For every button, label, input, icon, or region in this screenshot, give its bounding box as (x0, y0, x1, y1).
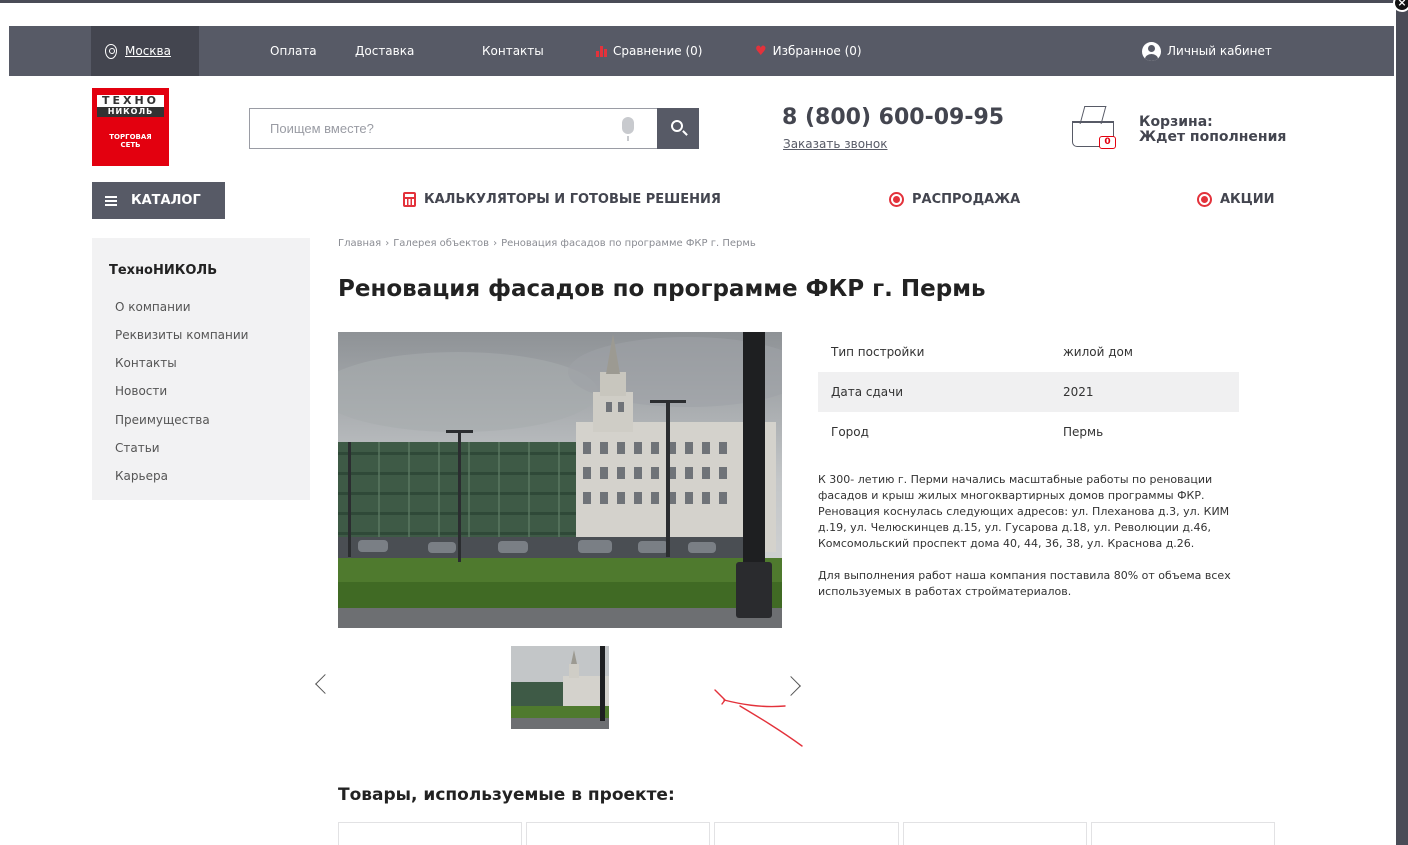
logo-line-4: СЕТЬ (120, 141, 141, 149)
description-paragraph: Для выполнения работ наша компания поста… (818, 569, 1231, 598)
logo-line-1: ТЕХНО (97, 95, 164, 107)
user-icon (1142, 41, 1161, 61)
sidebar-title: ТехноНИКОЛЬ (109, 263, 218, 278)
property-row: Дата сдачи 2021 (818, 372, 1239, 412)
logo-subtitle: ТОРГОВАЯ СЕТЬ (92, 133, 169, 149)
annotation-scribble (714, 689, 803, 747)
sidebar-item-about[interactable]: О компании (115, 300, 191, 314)
project-description: К 300- летию г. Перми начались масштабны… (818, 472, 1246, 616)
menu-icon (105, 195, 117, 206)
topbar-link-payment[interactable]: Оплата (270, 26, 317, 76)
sidebar: ТехноНИКОЛЬ О компании Реквизиты компани… (92, 238, 310, 500)
sidebar-item-articles[interactable]: Статьи (115, 441, 160, 455)
product-card[interactable] (526, 822, 711, 845)
description-paragraph: К 300- летию г. Перми начались масштабны… (818, 473, 1230, 550)
property-key: Город (831, 425, 869, 439)
breadcrumb-home[interactable]: Главная (338, 238, 381, 249)
compare-link[interactable]: Сравнение (0) (596, 26, 703, 76)
product-card[interactable] (338, 822, 523, 845)
nav-promo-label: АКЦИИ (1220, 192, 1275, 207)
city-name[interactable]: Москва (125, 44, 171, 58)
product-card[interactable] (714, 822, 899, 845)
cart-title[interactable]: Корзина: (1139, 114, 1213, 130)
nav-calculators[interactable]: КАЛЬКУЛЯТОРЫ И ГОТОВЫЕ РЕШЕНИЯ (403, 192, 721, 207)
window-right-border (1396, 0, 1408, 845)
window-top-border (0, 0, 1408, 26)
search-icon (671, 120, 683, 132)
logo-line-3: ТОРГОВАЯ (109, 133, 152, 141)
cart-status[interactable]: Ждет пополнения (1139, 129, 1286, 145)
basket-icon[interactable]: 0 (1070, 104, 1122, 154)
catalog-button[interactable]: КАТАЛОГ (92, 182, 225, 219)
property-value: Пермь (1063, 425, 1104, 439)
search-input[interactable] (250, 109, 656, 148)
gallery-thumbnail[interactable] (511, 646, 609, 729)
property-key: Тип постройки (831, 345, 925, 359)
favorites-label: Избранное (0) (772, 44, 862, 58)
account-link[interactable]: Личный кабинет (1142, 26, 1272, 76)
sidebar-item-requisites[interactable]: Реквизиты компании (115, 328, 248, 342)
topbar-link-delivery[interactable]: Доставка (355, 26, 414, 76)
sale-badge-icon (889, 192, 904, 207)
calculator-icon (403, 192, 416, 207)
products-section-title: Товары, используемые в проекте: (338, 785, 675, 805)
breadcrumb: Главная › Галерея объектов › Реновация фасад… (338, 238, 756, 249)
nav-sale-label: РАСПРОДАЖА (912, 192, 1021, 207)
search-box (249, 108, 699, 149)
product-card[interactable] (902, 822, 1087, 845)
nav-calculators-label: КАЛЬКУЛЯТОРЫ И ГОТОВЫЕ РЕШЕНИЯ (424, 192, 721, 207)
microphone-icon[interactable] (622, 117, 634, 141)
project-properties: Тип постройки жилой дом Дата сдачи 2021 … (818, 332, 1239, 452)
nav-promo[interactable]: АКЦИИ (1197, 192, 1275, 207)
logo-line-2: НИКОЛЬ (97, 107, 164, 117)
sidebar-item-contacts[interactable]: Контакты (115, 356, 177, 370)
sidebar-item-advantages[interactable]: Преимущества (115, 413, 210, 427)
breadcrumb-gallery[interactable]: Галерея объектов (393, 238, 489, 249)
chevron-left-icon[interactable] (315, 674, 335, 694)
page-title: Реновация фасадов по программе ФКР г. Пе… (338, 276, 986, 302)
compare-label: Сравнение (0) (613, 44, 703, 58)
heart-icon: ♥ (755, 43, 767, 59)
breadcrumb-current: Реновация фасадов по программе ФКР г. Пе… (501, 238, 756, 249)
favorites-link[interactable]: ♥ Избранное (0) (755, 26, 862, 76)
catalog-label: КАТАЛОГ (131, 193, 201, 208)
property-value: 2021 (1063, 385, 1094, 399)
compare-bars-icon (596, 45, 607, 57)
property-row: Тип постройки жилой дом (818, 332, 1239, 372)
city-selector[interactable]: Москва (91, 26, 199, 76)
product-card[interactable] (1090, 822, 1276, 845)
topbar-link-contacts[interactable]: Контакты (482, 26, 544, 76)
logo[interactable]: ТЕХНО НИКОЛЬ ТОРГОВАЯ СЕТЬ (92, 88, 169, 166)
product-cards (338, 822, 1276, 845)
property-value: жилой дом (1063, 345, 1133, 359)
percent-badge-icon (1197, 192, 1212, 207)
property-row: Город Пермь (818, 412, 1239, 452)
search-button[interactable] (657, 108, 699, 149)
callback-link[interactable]: Заказать звонок (783, 137, 888, 151)
sidebar-item-news[interactable]: Новости (115, 384, 167, 398)
account-label: Личный кабинет (1167, 44, 1272, 58)
location-pin-icon (105, 43, 117, 59)
top-bar: Москва Оплата Доставка Контакты Сравнени… (9, 26, 1394, 76)
phone-number[interactable]: 8 (800) 600-09-95 (782, 105, 1004, 130)
nav-sale[interactable]: РАСПРОДАЖА (889, 192, 1020, 207)
cart-count-badge: 0 (1099, 136, 1116, 149)
property-key: Дата сдачи (831, 385, 904, 399)
project-photo[interactable] (338, 332, 782, 628)
sidebar-item-career[interactable]: Карьера (115, 469, 168, 483)
